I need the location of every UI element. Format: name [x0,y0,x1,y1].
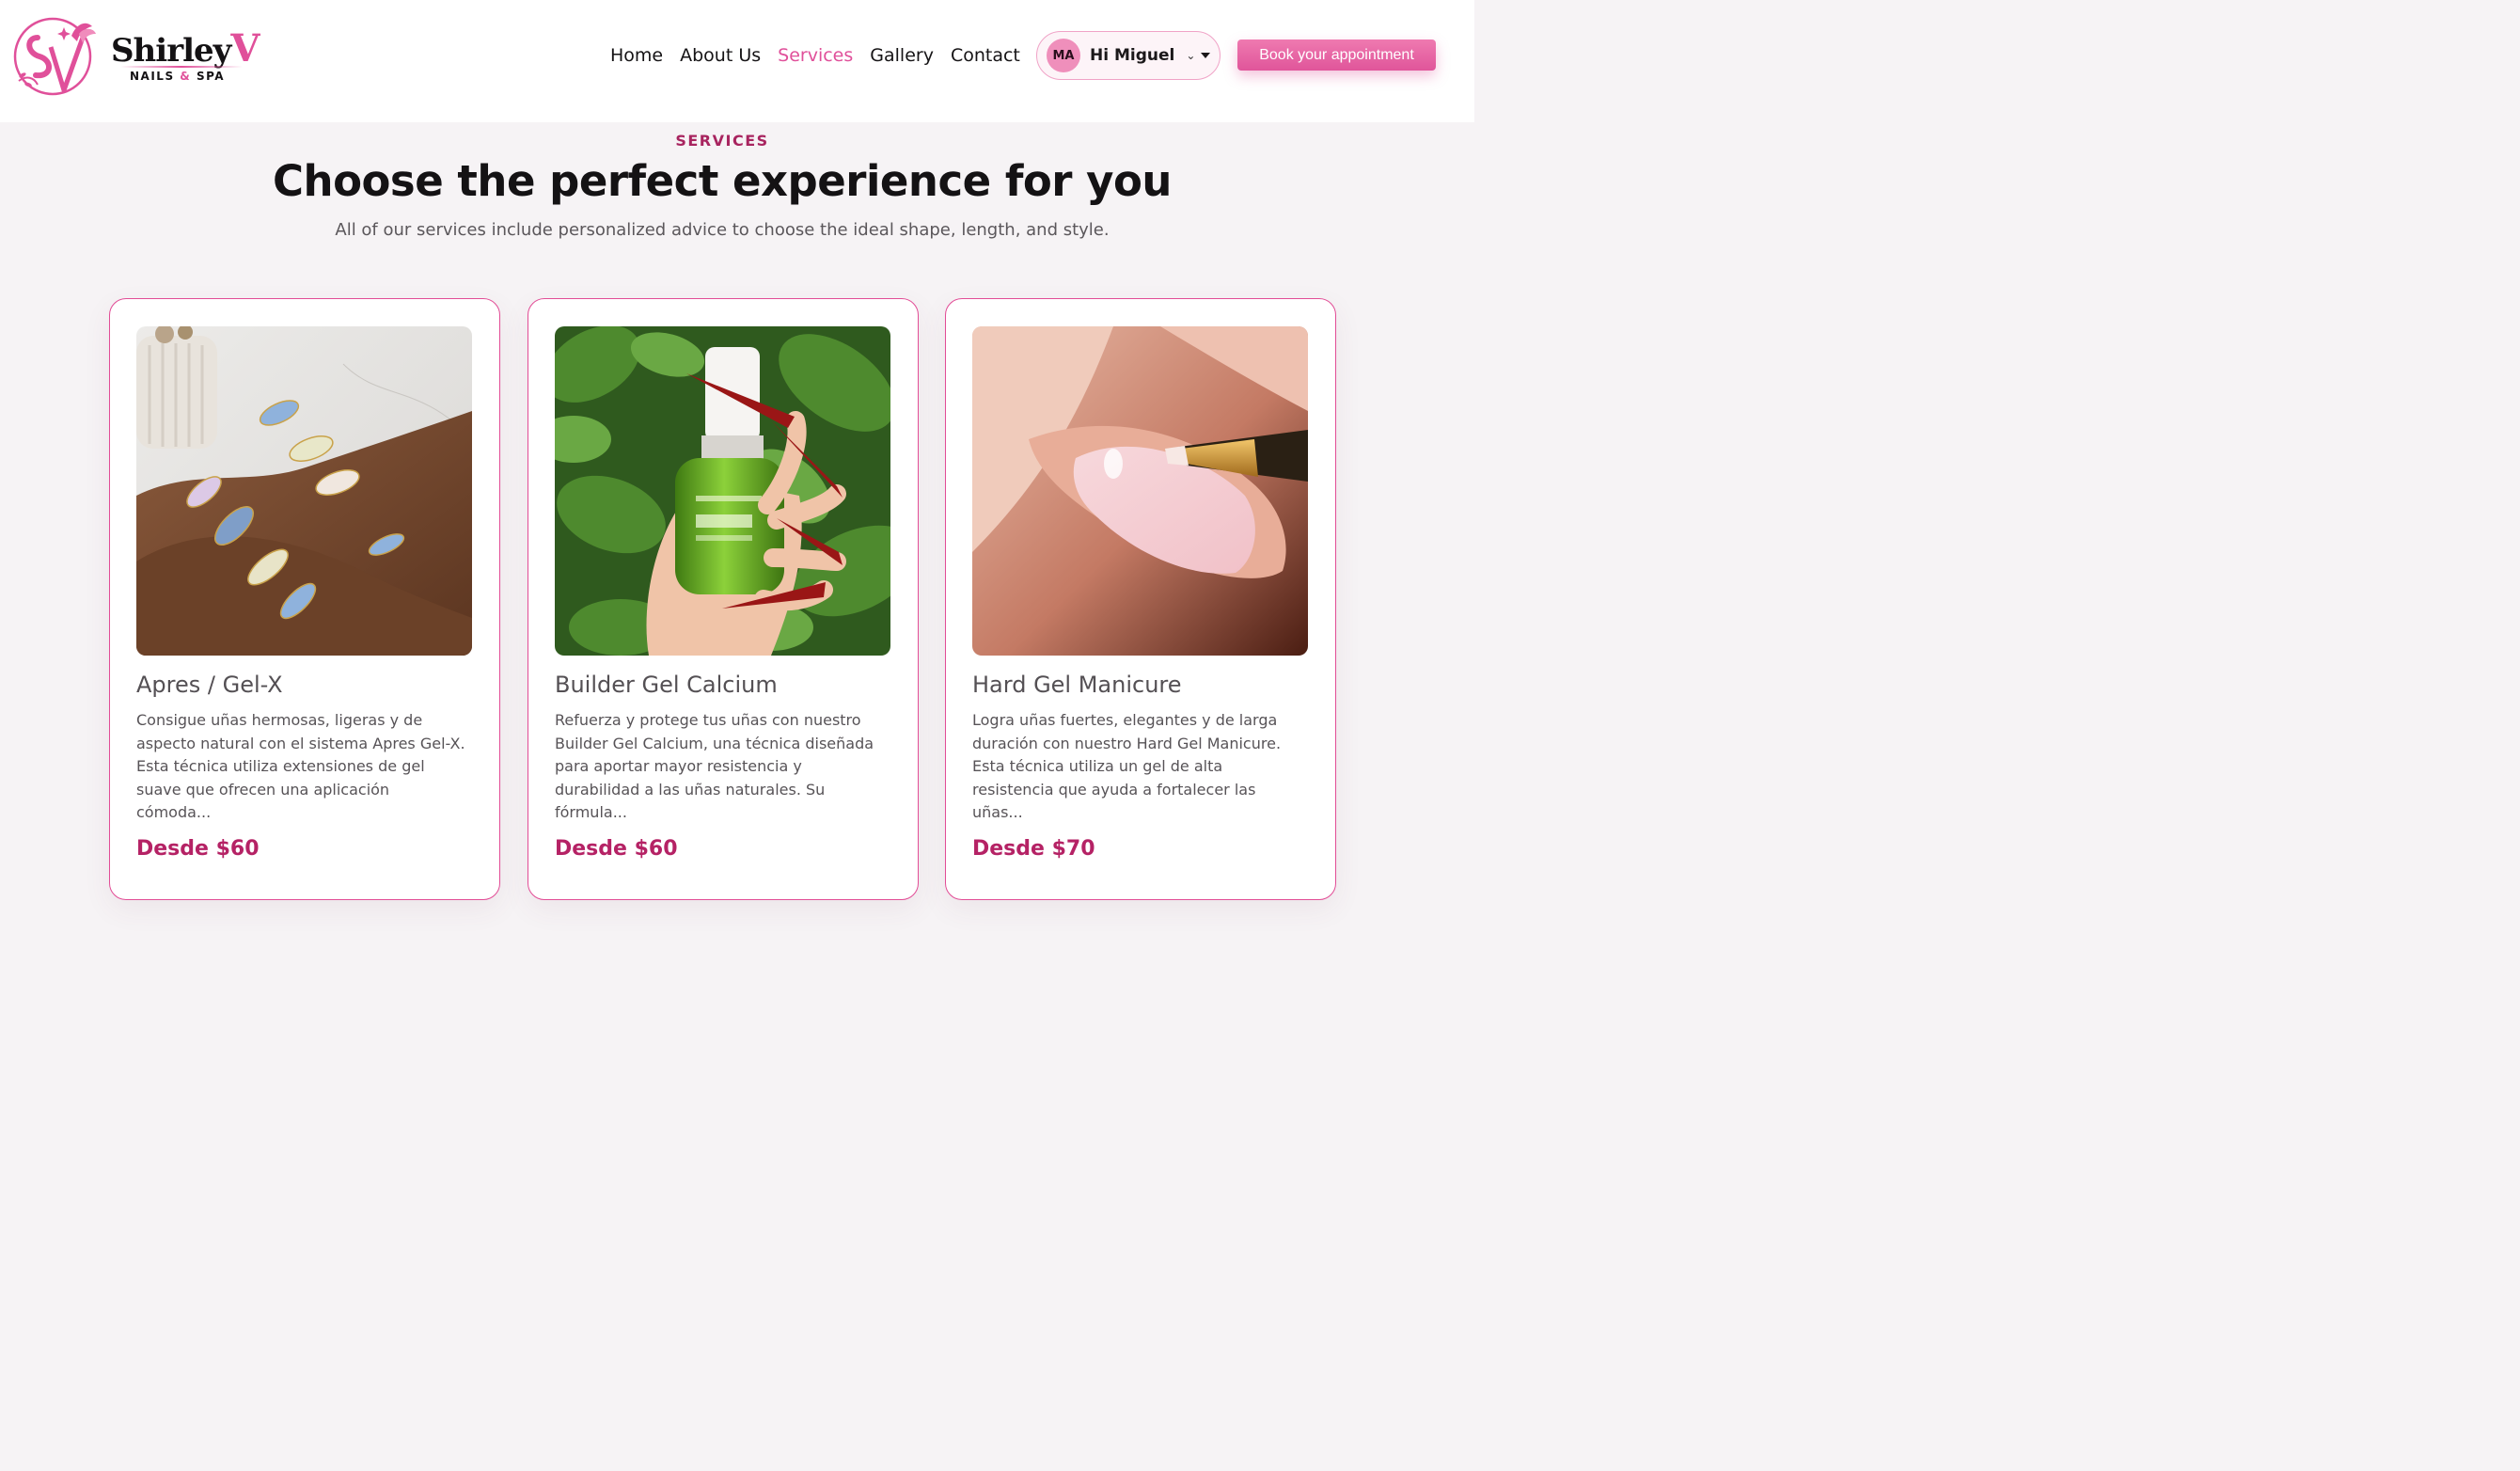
service-card-builder-gel-calcium[interactable]: Builder Gel Calcium Refuerza y protege t… [528,298,919,900]
section-eyebrow: SERVICES [675,132,769,150]
service-description: Consigue uñas hermosas, ligeras y de asp… [136,711,465,821]
page-title: Choose the perfect experience for you [273,156,1172,206]
site-header: ShirleyV NAILS & SPA Home About Us Servi… [0,0,1474,122]
chevron-down-icon: ⌄ [1186,49,1196,62]
argyle-nail-art-photo [136,326,472,656]
nav-contact[interactable]: Contact [942,41,1029,70]
service-description: Refuerza y protege tus uñas con nuestro … [555,711,874,821]
builder-gel-bottle-photo [555,326,890,656]
service-title: Builder Gel Calcium [555,672,778,698]
caret-down-icon[interactable] [1201,53,1210,58]
user-menu-button[interactable]: MA Hi Miguel ⌄ [1036,31,1221,80]
nav-home[interactable]: Home [602,41,671,70]
hard-gel-application-photo [972,326,1308,656]
nav-services[interactable]: Services [769,41,861,70]
service-card-hard-gel-manicure[interactable]: Hard Gel Manicure Logra uñas fuertes, el… [945,298,1336,900]
nav-gallery[interactable]: Gallery [861,41,942,70]
avatar: MA [1047,39,1080,72]
tagline-spa: SPA [196,70,226,83]
service-price: Desde $70 [972,837,1095,861]
brand-tagline: NAILS & SPA [130,70,225,83]
service-description: Logra uñas fuertes, elegantes y de larga… [972,711,1282,821]
service-price: Desde $60 [136,837,260,861]
brand-name: Shirley [111,32,231,70]
brand-logo[interactable]: ShirleyV NAILS & SPA [9,9,263,100]
tagline-amp: & [180,70,192,83]
service-title: Apres / Gel-X [136,672,283,698]
user-greeting: Hi Miguel [1090,46,1175,65]
brand-wordmark: ShirleyV [111,26,260,71]
page-subtitle: All of our services include personalized… [335,220,1110,240]
sv-monogram-icon [13,17,96,96]
main-nav: Home About Us Services Gallery Contact [602,41,1029,70]
service-price: Desde $60 [555,837,678,861]
nav-about-us[interactable]: About Us [671,41,769,70]
tagline-nails: NAILS [130,70,175,83]
brand-name-accent: V [230,26,260,71]
service-card-apres-gel-x[interactable]: Apres / Gel-X Consigue uñas hermosas, li… [109,298,500,900]
book-appointment-button[interactable]: Book your appointment [1237,40,1436,71]
service-title: Hard Gel Manicure [972,672,1182,698]
brand-divider [120,66,243,68]
